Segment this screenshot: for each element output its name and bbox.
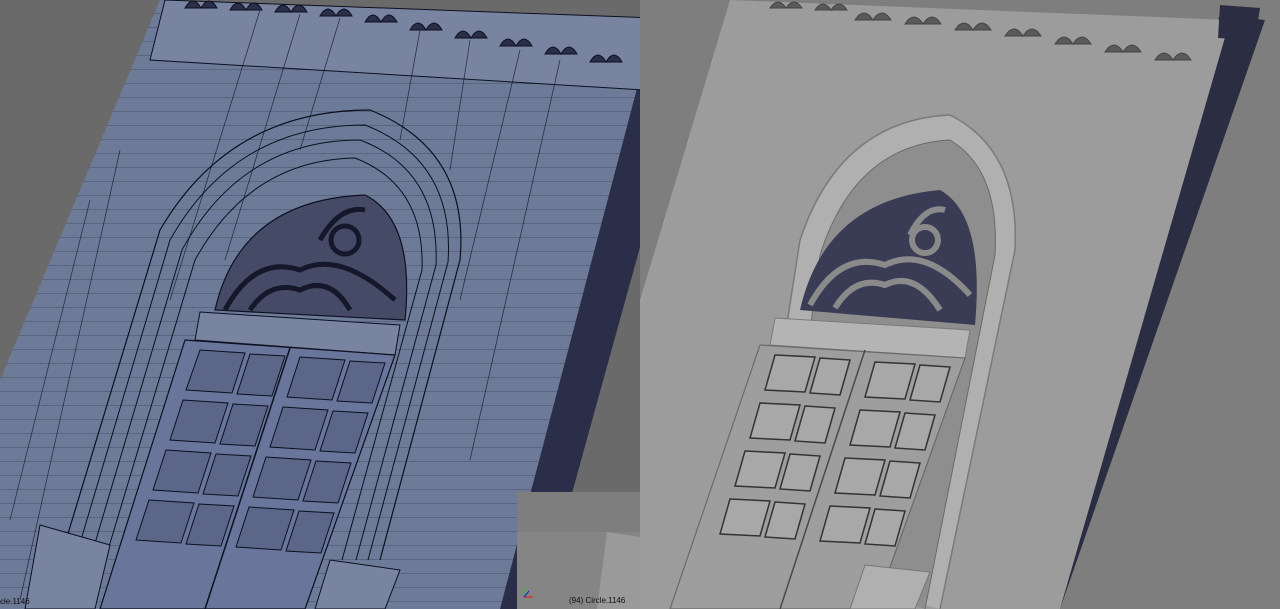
- object-label-inset: (94) Circle.1146: [569, 596, 626, 605]
- axis-gizmo-icon: [523, 588, 533, 598]
- viewport-inset[interactable]: (94) Circle.1146: [517, 492, 640, 609]
- object-label-left: cle.1146: [0, 597, 30, 606]
- viewport-right-solid[interactable]: [640, 0, 1280, 609]
- solid-model: [640, 0, 1280, 609]
- inset-model: [517, 492, 640, 609]
